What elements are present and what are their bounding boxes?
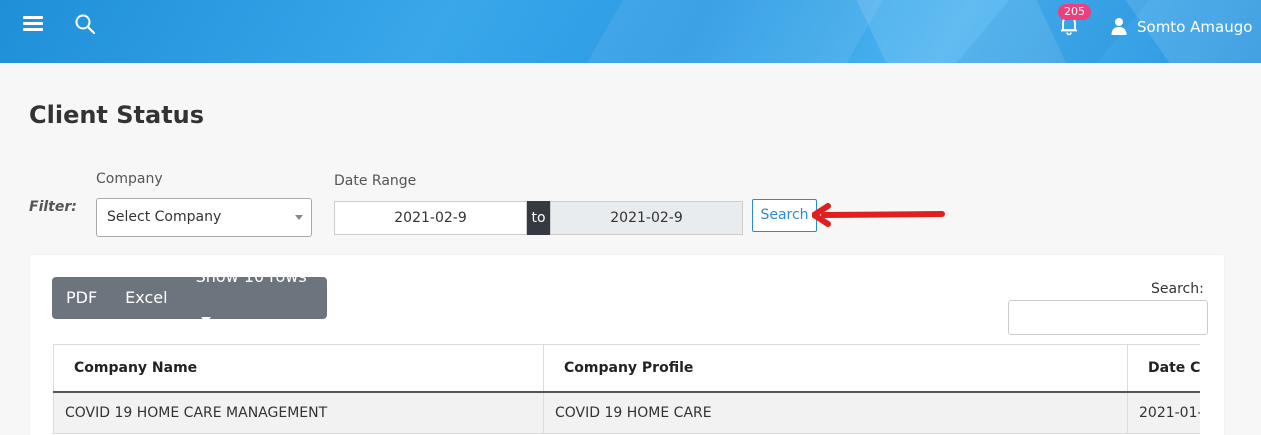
table-search-label: Search: bbox=[1151, 281, 1204, 297]
excel-button[interactable]: Excel bbox=[111, 277, 181, 319]
search-button[interactable]: Search bbox=[752, 199, 817, 232]
date-range-label: Date Range bbox=[334, 173, 417, 189]
column-header-company-profile[interactable]: Company Profile bbox=[543, 344, 1128, 393]
client-status-table: Company Name Company Profile Date Cr COV… bbox=[53, 344, 1200, 434]
table-search-input[interactable] bbox=[1008, 300, 1208, 335]
date-to-label: to bbox=[527, 201, 550, 235]
table-cell: 2021-01- bbox=[1127, 391, 1200, 434]
table-header-row: Company Name Company Profile Date Cr bbox=[53, 344, 1200, 393]
company-select[interactable]: Select Company bbox=[96, 198, 312, 237]
arrow-annotation-icon bbox=[812, 203, 945, 227]
company-select-value: Select Company bbox=[107, 209, 222, 225]
show-rows-label: Show 10 rows bbox=[195, 267, 307, 286]
show-rows-button[interactable]: Show 10 rows bbox=[182, 256, 327, 340]
date-to-input[interactable]: 2021-02-9 bbox=[550, 201, 743, 235]
user-name[interactable]: Somto Amaugo bbox=[1137, 17, 1252, 37]
notification-badge[interactable]: 205 bbox=[1058, 4, 1091, 20]
table-container: Company Name Company Profile Date Cr COV… bbox=[53, 344, 1200, 435]
table-cell: COVID 19 HOME CARE MANAGEMENT bbox=[53, 391, 544, 434]
table-row[interactable]: COVID 19 HOME CARE MANAGEMENT COVID 19 H… bbox=[53, 391, 1200, 434]
filter-label: Filter: bbox=[29, 199, 77, 215]
page-title: Client Status bbox=[29, 101, 205, 129]
column-header-company-name[interactable]: Company Name bbox=[53, 344, 544, 393]
menu-icon[interactable] bbox=[23, 16, 43, 32]
chevron-down-icon bbox=[295, 215, 303, 220]
pdf-button[interactable]: PDF bbox=[52, 277, 111, 319]
caret-down-icon bbox=[200, 316, 211, 323]
table-cell: COVID 19 HOME CARE bbox=[543, 391, 1128, 434]
search-icon[interactable] bbox=[74, 13, 96, 35]
company-label: Company bbox=[96, 171, 163, 187]
date-from-input[interactable]: 2021-02-9 bbox=[334, 201, 527, 235]
export-button-group: PDF Excel Show 10 rows bbox=[52, 267, 327, 323]
user-icon[interactable] bbox=[1111, 17, 1127, 35]
column-header-date-created[interactable]: Date Cr bbox=[1127, 344, 1200, 393]
